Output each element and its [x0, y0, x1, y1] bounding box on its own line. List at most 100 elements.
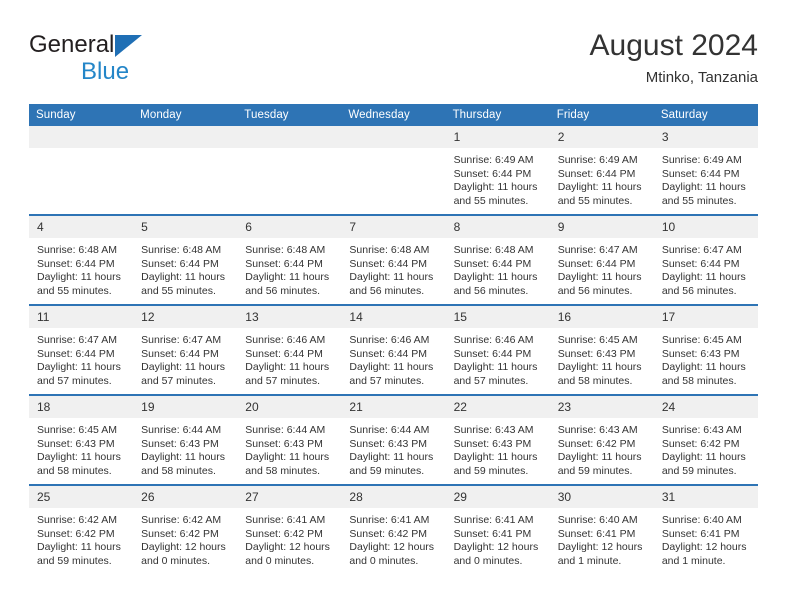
day-details: Sunrise: 6:42 AM Sunset: 6:42 PM Daylight:… [133, 508, 237, 568]
daylight-text: Daylight: 11 hours and 58 minutes. [245, 451, 330, 477]
sunset-text: Sunset: 6:41 PM [453, 527, 532, 540]
daylight-text: Daylight: 11 hours and 56 minutes. [453, 271, 538, 297]
calendar-day-cell[interactable]: 1 Sunrise: 6:49 AM Sunset: 6:44 PM Daylight… [445, 126, 550, 215]
sunset-text: Sunset: 6:43 PM [557, 347, 636, 360]
calendar-day-cell[interactable]: 10 Sunrise: 6:47 AM Sunset: 6:44 PM Dayligh… [653, 214, 758, 305]
daylight-text: Daylight: 11 hours and 57 minutes. [453, 361, 538, 387]
daylight-text: Daylight: 11 hours and 57 minutes. [245, 361, 330, 387]
sunset-text: Sunset: 6:43 PM [453, 437, 532, 450]
calendar-day-cell[interactable]: 2 Sunrise: 6:49 AM Sunset: 6:44 PM Daylight… [549, 126, 654, 215]
daylight-text: Daylight: 11 hours and 59 minutes. [349, 451, 434, 477]
day-number: 13 [237, 306, 342, 328]
calendar-day-cell[interactable]: 27 Sunrise: 6:41 AM Sunset: 6:42 PM Dayligh… [237, 484, 342, 574]
calendar-day-cell[interactable]: 23 Sunrise: 6:43 AM Sunset: 6:42 PM Dayligh… [549, 394, 654, 485]
sunset-text: Sunset: 6:44 PM [141, 257, 219, 270]
sunset-text: Sunset: 6:44 PM [557, 257, 636, 270]
calendar-day-cell[interactable]: 11 Sunrise: 6:47 AM Sunset: 6:44 PM Dayligh… [29, 304, 134, 395]
calendar-day-cell[interactable]: 18 Sunrise: 6:45 AM Sunset: 6:43 PM Dayligh… [29, 394, 134, 485]
calendar-day-cell[interactable]: 20 Sunrise: 6:44 AM Sunset: 6:43 PM Dayligh… [237, 394, 342, 485]
weekday-header-friday: Friday [549, 104, 654, 126]
calendar-day-cell[interactable]: 13 Sunrise: 6:46 AM Sunset: 6:44 PM Dayligh… [237, 304, 342, 395]
sunrise-text: Sunrise: 6:46 AM [245, 334, 326, 346]
daylight-text: Daylight: 11 hours and 58 minutes. [557, 361, 642, 387]
daylight-text: Daylight: 12 hours and 0 minutes. [245, 541, 330, 567]
day-details [237, 148, 341, 154]
calendar-body: 1 Sunrise: 6:49 AM Sunset: 6:44 PM Daylight… [29, 126, 758, 574]
calendar-day-cell[interactable]: 12 Sunrise: 6:47 AM Sunset: 6:44 PM Dayligh… [133, 304, 238, 395]
sunrise-text: Sunrise: 6:45 AM [37, 424, 117, 436]
sunset-text: Sunset: 6:42 PM [37, 527, 115, 540]
sunset-text: Sunset: 6:44 PM [557, 167, 636, 180]
calendar-day-cell[interactable]: 15 Sunrise: 6:46 AM Sunset: 6:44 PM Dayligh… [445, 304, 550, 395]
daylight-text: Daylight: 12 hours and 1 minute. [661, 541, 747, 567]
day-details: Sunrise: 6:47 AM Sunset: 6:44 PM Daylight:… [29, 328, 133, 388]
sunrise-text: Sunrise: 6:46 AM [349, 334, 430, 346]
calendar-day-cell[interactable]: 28 Sunrise: 6:41 AM Sunset: 6:42 PM Dayligh… [341, 484, 446, 574]
day-number: 6 [237, 216, 342, 238]
calendar-day-cell[interactable]: 9 Sunrise: 6:47 AM Sunset: 6:44 PM Daylight… [549, 214, 654, 305]
day-number: 22 [445, 396, 550, 418]
calendar-day-cell[interactable]: 24 Sunrise: 6:43 AM Sunset: 6:42 PM Dayligh… [653, 394, 758, 485]
day-details: Sunrise: 6:47 AM Sunset: 6:44 PM Daylight:… [133, 328, 237, 388]
sunrise-text: Sunrise: 6:41 AM [453, 514, 534, 526]
day-details: Sunrise: 6:47 AM Sunset: 6:44 PM Daylight:… [550, 238, 654, 298]
day-number: 3 [653, 126, 758, 148]
brand-logo[interactable]: General Blue [29, 32, 269, 90]
calendar-day-cell[interactable]: 19 Sunrise: 6:44 AM Sunset: 6:43 PM Dayligh… [133, 394, 238, 485]
day-number [133, 126, 238, 148]
sunrise-text: Sunrise: 6:40 AM [661, 514, 742, 526]
calendar-day-cell[interactable]: 4 Sunrise: 6:48 AM Sunset: 6:44 PM Daylight… [29, 214, 134, 305]
calendar-day-cell[interactable]: 21 Sunrise: 6:44 AM Sunset: 6:43 PM Dayligh… [341, 394, 446, 485]
sunrise-text: Sunrise: 6:40 AM [557, 514, 638, 526]
calendar-day-cell[interactable]: 16 Sunrise: 6:45 AM Sunset: 6:43 PM Dayligh… [549, 304, 654, 395]
day-number: 16 [549, 306, 654, 328]
day-number: 11 [29, 306, 134, 328]
calendar-day-cell[interactable]: 5 Sunrise: 6:48 AM Sunset: 6:44 PM Daylight… [133, 214, 238, 305]
day-details [133, 148, 237, 154]
sunset-text: Sunset: 6:42 PM [349, 527, 428, 540]
day-number [29, 126, 134, 148]
calendar-day-cell[interactable]: 7 Sunrise: 6:48 AM Sunset: 6:44 PM Daylight… [341, 214, 446, 305]
sunset-text: Sunset: 6:44 PM [661, 167, 740, 180]
sunset-text: Sunset: 6:42 PM [141, 527, 219, 540]
daylight-text: Daylight: 11 hours and 55 minutes. [557, 181, 642, 207]
day-details: Sunrise: 6:40 AM Sunset: 6:41 PM Daylight:… [654, 508, 758, 568]
calendar-day-cell[interactable]: 3 Sunrise: 6:49 AM Sunset: 6:44 PM Daylight… [653, 126, 758, 215]
calendar-day-cell[interactable]: 25 Sunrise: 6:42 AM Sunset: 6:42 PM Dayligh… [29, 484, 134, 574]
day-number: 5 [133, 216, 238, 238]
sunset-text: Sunset: 6:42 PM [661, 437, 740, 450]
calendar-day-cell[interactable]: 31 Sunrise: 6:40 AM Sunset: 6:41 PM Dayligh… [653, 484, 758, 574]
calendar-day-cell[interactable]: 6 Sunrise: 6:48 AM Sunset: 6:44 PM Daylight… [237, 214, 342, 305]
day-number: 28 [341, 486, 446, 508]
day-details [341, 148, 445, 154]
day-number: 7 [341, 216, 446, 238]
sunset-text: Sunset: 6:44 PM [245, 257, 323, 270]
calendar-day-cell[interactable]: 30 Sunrise: 6:40 AM Sunset: 6:41 PM Dayligh… [549, 484, 654, 574]
day-number: 29 [445, 486, 550, 508]
day-number: 9 [549, 216, 654, 238]
calendar-day-cell-empty [237, 126, 342, 215]
day-details: Sunrise: 6:45 AM Sunset: 6:43 PM Daylight:… [654, 328, 758, 388]
sunrise-text: Sunrise: 6:47 AM [37, 334, 117, 346]
day-details: Sunrise: 6:48 AM Sunset: 6:44 PM Daylight:… [237, 238, 341, 298]
day-details: Sunrise: 6:49 AM Sunset: 6:44 PM Daylight:… [446, 148, 550, 208]
calendar-day-cell[interactable]: 17 Sunrise: 6:45 AM Sunset: 6:43 PM Dayligh… [653, 304, 758, 395]
sunset-text: Sunset: 6:41 PM [661, 527, 740, 540]
sunrise-text: Sunrise: 6:48 AM [141, 244, 222, 256]
day-number: 10 [653, 216, 758, 238]
weekday-header-sunday: Sunday [29, 104, 134, 126]
calendar-day-cell[interactable]: 14 Sunrise: 6:46 AM Sunset: 6:44 PM Dayligh… [341, 304, 446, 395]
calendar-day-cell[interactable]: 22 Sunrise: 6:43 AM Sunset: 6:43 PM Dayligh… [445, 394, 550, 485]
sunrise-text: Sunrise: 6:48 AM [245, 244, 326, 256]
day-details: Sunrise: 6:40 AM Sunset: 6:41 PM Daylight:… [550, 508, 654, 568]
sunset-text: Sunset: 6:44 PM [453, 257, 532, 270]
daylight-text: Daylight: 12 hours and 0 minutes. [141, 541, 226, 567]
day-details: Sunrise: 6:43 AM Sunset: 6:42 PM Daylight:… [654, 418, 758, 478]
calendar-day-cell[interactable]: 26 Sunrise: 6:42 AM Sunset: 6:42 PM Dayligh… [133, 484, 238, 574]
day-number: 31 [653, 486, 758, 508]
calendar-day-cell[interactable]: 29 Sunrise: 6:41 AM Sunset: 6:41 PM Dayligh… [445, 484, 550, 574]
daylight-text: Daylight: 11 hours and 58 minutes. [37, 451, 121, 477]
calendar-week-row: 1 Sunrise: 6:49 AM Sunset: 6:44 PM Daylight… [29, 126, 758, 215]
sunrise-text: Sunrise: 6:44 AM [141, 424, 222, 436]
calendar-day-cell[interactable]: 8 Sunrise: 6:48 AM Sunset: 6:44 PM Daylight… [445, 214, 550, 305]
